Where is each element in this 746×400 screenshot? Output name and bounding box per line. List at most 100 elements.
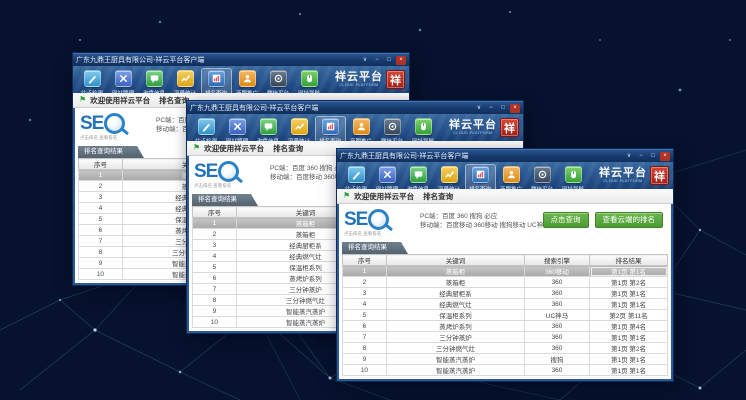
maximize-button[interactable]: □ <box>384 56 394 65</box>
col-header-rank[interactable]: 排名结果 <box>590 255 668 266</box>
seo-logo: SE 点击排名 查看排名 <box>80 113 142 141</box>
window-title: 广东九鼎王厨具有限公司-祥云平台客户端 <box>190 103 474 113</box>
scan-icon <box>384 118 401 135</box>
toolbar-item-alliance-promo[interactable]: 商盟推广 <box>232 68 263 99</box>
skin-button[interactable]: ∨ <box>360 56 370 65</box>
scan-icon <box>534 166 551 183</box>
toolbar-item-traffic-stats[interactable]: 流量统计 <box>434 164 465 195</box>
toolbar-item-site-manage[interactable]: 网站管理 <box>222 116 253 147</box>
chat-icon <box>260 118 277 135</box>
title-bar[interactable]: 广东九鼎王厨具有限公司-祥云平台客户端 ∨ − □ × <box>73 53 409 66</box>
brand-seal-logo: 祥 <box>650 166 669 185</box>
query-button[interactable]: 点击查询 <box>543 212 589 228</box>
table-row[interactable]: 9智能蒸汽蒸炉搜狗第1页 第1名 <box>343 354 668 365</box>
brand-block: 祥云平台 CLOUD PLATFORM 祥 <box>599 164 669 185</box>
mouse-icon <box>301 70 318 87</box>
magnifier-icon <box>218 161 239 182</box>
line-chart-icon <box>441 166 458 183</box>
toolbar-item-site-nav[interactable]: 网址导航 <box>408 116 439 147</box>
brand-block: 祥云平台 CLOUD PLATFORM 祥 <box>335 68 405 89</box>
toolbar-item-site-check[interactable]: 站点检测 <box>77 68 108 99</box>
seo-logo-text: SE <box>344 210 367 229</box>
minimize-button[interactable]: − <box>372 56 382 65</box>
skin-button[interactable]: ∨ <box>624 152 634 161</box>
rank-table: 序号 关键词 搜索引擎 排名结果 1蒸箱柜360移动第1页 第1名 2蒸箱柜36… <box>342 254 668 376</box>
table-row[interactable]: 10智能蒸汽蒸炉360第1页 第1名 <box>343 365 668 376</box>
mouse-icon <box>565 166 582 183</box>
engine-list: PC端：百度 360 搜狗 必应 移动端：百度移动 360移动 搜狗移动 UC神… <box>420 212 550 230</box>
close-button[interactable]: × <box>510 104 520 113</box>
table-row[interactable]: 8三分钟燃气灶360第1页 第2名 <box>343 343 668 354</box>
table-row[interactable]: 1蒸箱柜360移动第1页 第1名 <box>343 266 668 277</box>
table-row[interactable]: 2蒸箱柜360第1页 第2名 <box>343 277 668 288</box>
maximize-button[interactable]: □ <box>498 104 508 113</box>
col-header-keyword[interactable]: 关键词 <box>386 255 524 266</box>
seo-slogan: 点击排名 查看排名 <box>344 230 400 236</box>
toolbar-item-wechat-platform[interactable]: 微信平台 <box>377 116 408 147</box>
bar-chart-icon <box>322 118 339 135</box>
skin-button[interactable]: ∨ <box>474 104 484 113</box>
brand-subtitle: CLOUD PLATFORM <box>337 83 380 87</box>
brand-block: 祥云平台 CLOUD PLATFORM 祥 <box>449 116 519 137</box>
toolbar-item-site-check[interactable]: 站点检测 <box>191 116 222 147</box>
toolbar-item-inquiry[interactable]: 询盘信息 <box>253 116 284 147</box>
minimize-button[interactable]: − <box>486 104 496 113</box>
tab-rank-results[interactable]: 排名查询结果 <box>192 194 258 206</box>
window-title: 广东九鼎王厨具有限公司-祥云平台客户端 <box>76 55 360 65</box>
window-title: 广东九鼎王厨具有限公司-祥云平台客户端 <box>340 151 624 161</box>
table-row[interactable]: 6蒸烤炉系列360第1页 第4名 <box>343 321 668 332</box>
toolbar-item-inquiry[interactable]: 询盘信息 <box>139 68 170 99</box>
table-header-row: 序号 关键词 搜索引擎 排名结果 <box>343 255 668 266</box>
toolbar-item-traffic-stats[interactable]: 流量统计 <box>284 116 315 147</box>
col-header-index[interactable]: 序号 <box>193 207 237 218</box>
tools-icon <box>229 118 246 135</box>
cloud-rank-button[interactable]: 查看云端的排名 <box>595 212 664 228</box>
pencil-icon <box>84 70 101 87</box>
line-chart-icon <box>291 118 308 135</box>
toolbar-item-alliance-promo[interactable]: 商盟推广 <box>346 116 377 147</box>
mobile-engines: 移动端：百度移动 360移动 搜狗移动 UC神马 <box>420 221 550 230</box>
main-toolbar: 站点检测 网站管理 询盘信息 流量统计 <box>337 162 673 189</box>
brand-seal-logo: 祥 <box>500 118 519 137</box>
toolbar-item-alliance-promo[interactable]: 商盟推广 <box>496 164 527 195</box>
toolbar-item-inquiry[interactable]: 询盘信息 <box>403 164 434 195</box>
brand-subtitle: CLOUD PLATFORM <box>451 131 494 135</box>
toolbar-item-site-nav[interactable]: 网址导航 <box>294 68 325 99</box>
table-row[interactable]: 3经典厨柜系360第1页 第1名 <box>343 288 668 299</box>
table-row[interactable]: 7三分钟蒸炉360第1页 第1名 <box>343 332 668 343</box>
close-button[interactable]: × <box>396 56 406 65</box>
bar-chart-icon <box>472 166 489 183</box>
col-header-index[interactable]: 序号 <box>79 159 123 170</box>
seo-header: SE 点击排名 查看排名 PC端：百度 360 搜狗 必应 移动端：百度移动 3… <box>342 206 668 242</box>
toolbar-item-rank-query[interactable]: 排名查询 <box>465 164 496 195</box>
main-toolbar: 站点检测 网站管理 询盘信息 流量统计 <box>187 114 523 141</box>
toolbar-item-site-check[interactable]: 站点检测 <box>341 164 372 195</box>
toolbar-item-rank-query[interactable]: 排名查询 <box>201 68 232 99</box>
main-toolbar: 站点检测 网站管理 询盘信息 流量统计 <box>73 66 409 93</box>
col-header-index[interactable]: 序号 <box>343 255 387 266</box>
maximize-button[interactable]: □ <box>648 152 658 161</box>
col-header-engine[interactable]: 搜索引擎 <box>525 255 590 266</box>
tab-rank-results[interactable]: 排名查询结果 <box>342 242 408 254</box>
table-row[interactable]: 5保温柜系列UC神马第2页 第11名 <box>343 310 668 321</box>
toolbar-item-wechat-platform[interactable]: 微信平台 <box>527 164 558 195</box>
title-bar[interactable]: 广东九鼎王厨具有限公司-祥云平台客户端 ∨ − □ × <box>187 101 523 114</box>
toolbar-item-site-nav[interactable]: 网址导航 <box>558 164 589 195</box>
pencil-icon <box>198 118 215 135</box>
close-button[interactable]: × <box>660 152 670 161</box>
toolbar-item-traffic-stats[interactable]: 流量统计 <box>170 68 201 99</box>
title-bar[interactable]: 广东九鼎王厨具有限公司-祥云平台客户端 ∨ − □ × <box>337 149 673 162</box>
tab-rank-results[interactable]: 排名查询结果 <box>78 146 144 158</box>
seo-slogan: 点击排名 查看排名 <box>194 182 250 188</box>
seo-slogan: 点击排名 查看排名 <box>80 134 136 140</box>
chat-icon <box>146 70 163 87</box>
magnifier-icon <box>368 209 389 230</box>
toolbar-item-site-manage[interactable]: 网站管理 <box>108 68 139 99</box>
table-row[interactable]: 4经典燃气灶360第1页 第1名 <box>343 299 668 310</box>
seo-logo-text: SE <box>194 162 217 181</box>
toolbar-item-wechat-platform[interactable]: 微信平台 <box>263 68 294 99</box>
minimize-button[interactable]: − <box>636 152 646 161</box>
toolbar-item-site-manage[interactable]: 网站管理 <box>372 164 403 195</box>
brand-subtitle: CLOUD PLATFORM <box>601 179 644 183</box>
toolbar-item-rank-query[interactable]: 排名查询 <box>315 116 346 147</box>
